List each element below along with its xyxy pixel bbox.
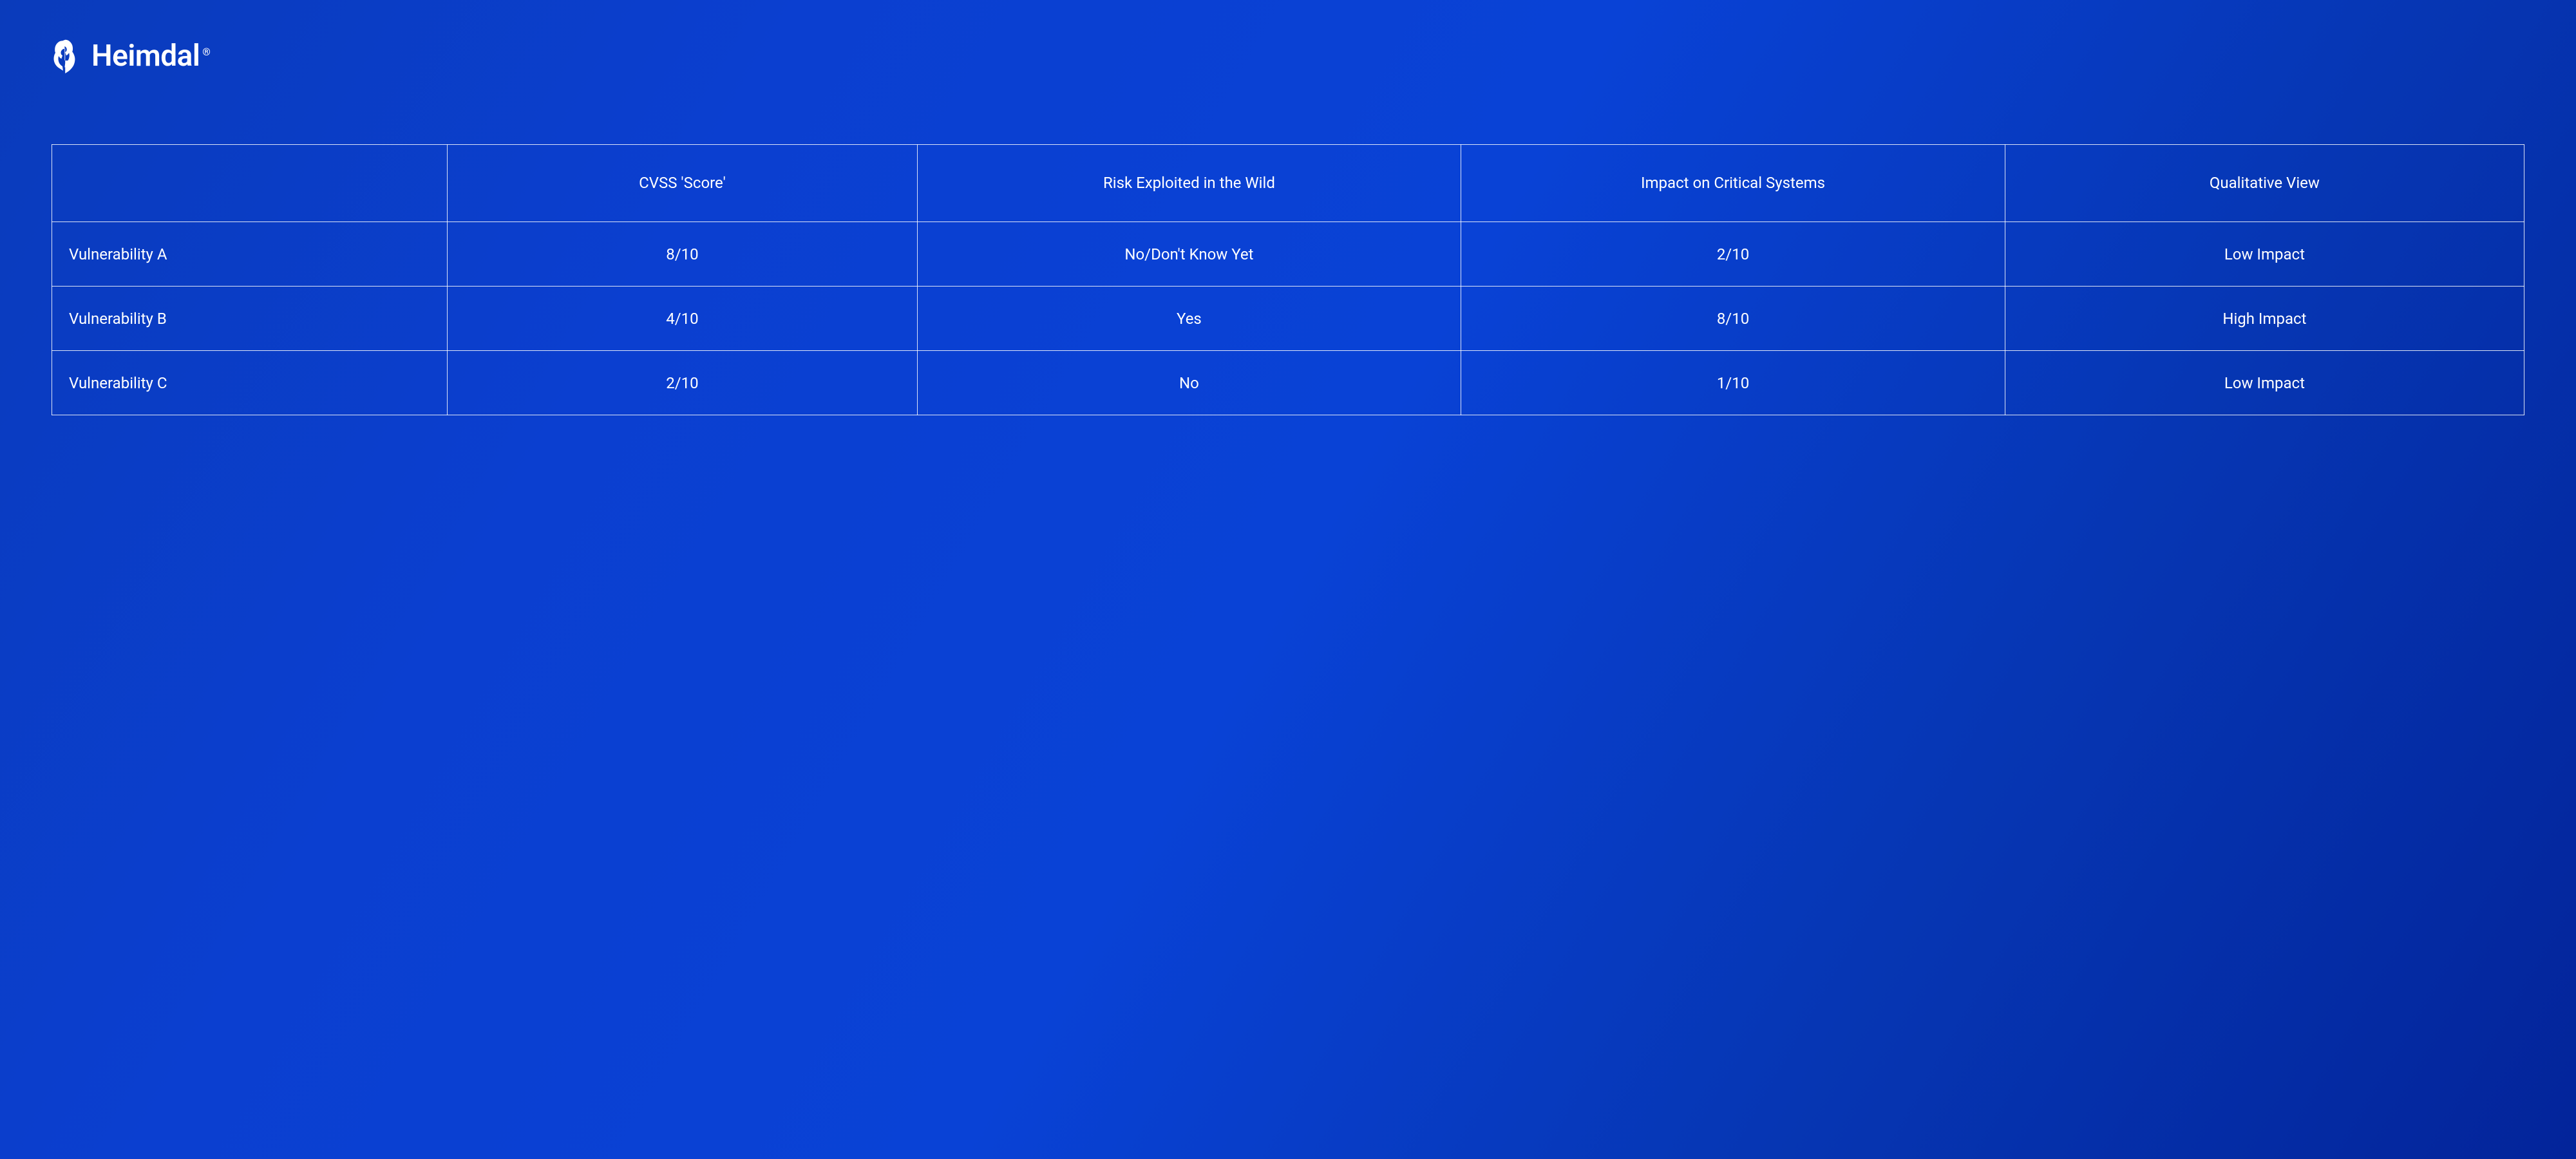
vulnerability-table-container: CVSS 'Score' Risk Exploited in the Wild … [52, 144, 2524, 415]
vulnerability-table: CVSS 'Score' Risk Exploited in the Wild … [52, 144, 2524, 415]
row-impact: 2/10 [1461, 222, 2005, 287]
heimdal-helmet-icon [45, 39, 80, 73]
row-name: Vulnerability B [52, 287, 448, 351]
table-header-row: CVSS 'Score' Risk Exploited in the Wild … [52, 145, 2524, 222]
table-row: Vulnerability A 8/10 No/Don't Know Yet 2… [52, 222, 2524, 287]
row-name: Vulnerability C [52, 351, 448, 415]
brand-name: Heimdal® [91, 39, 210, 73]
table-row: Vulnerability C 2/10 No 1/10 Low Impact [52, 351, 2524, 415]
row-impact: 8/10 [1461, 287, 2005, 351]
brand-name-text: Heimdal [91, 39, 200, 73]
row-qualitative: High Impact [2005, 287, 2524, 351]
row-qualitative: Low Impact [2005, 222, 2524, 287]
registered-mark: ® [202, 46, 210, 58]
row-impact: 1/10 [1461, 351, 2005, 415]
row-cvss: 4/10 [448, 287, 917, 351]
row-cvss: 8/10 [448, 222, 917, 287]
brand-logo: Heimdal® [45, 39, 2524, 73]
col-header-impact: Impact on Critical Systems [1461, 145, 2005, 222]
row-cvss: 2/10 [448, 351, 917, 415]
table-row: Vulnerability B 4/10 Yes 8/10 High Impac… [52, 287, 2524, 351]
row-risk: Yes [917, 287, 1461, 351]
col-header-empty [52, 145, 448, 222]
row-risk: No/Don't Know Yet [917, 222, 1461, 287]
row-qualitative: Low Impact [2005, 351, 2524, 415]
col-header-cvss: CVSS 'Score' [448, 145, 917, 222]
row-risk: No [917, 351, 1461, 415]
col-header-risk-exploited: Risk Exploited in the Wild [917, 145, 1461, 222]
col-header-qualitative: Qualitative View [2005, 145, 2524, 222]
row-name: Vulnerability A [52, 222, 448, 287]
